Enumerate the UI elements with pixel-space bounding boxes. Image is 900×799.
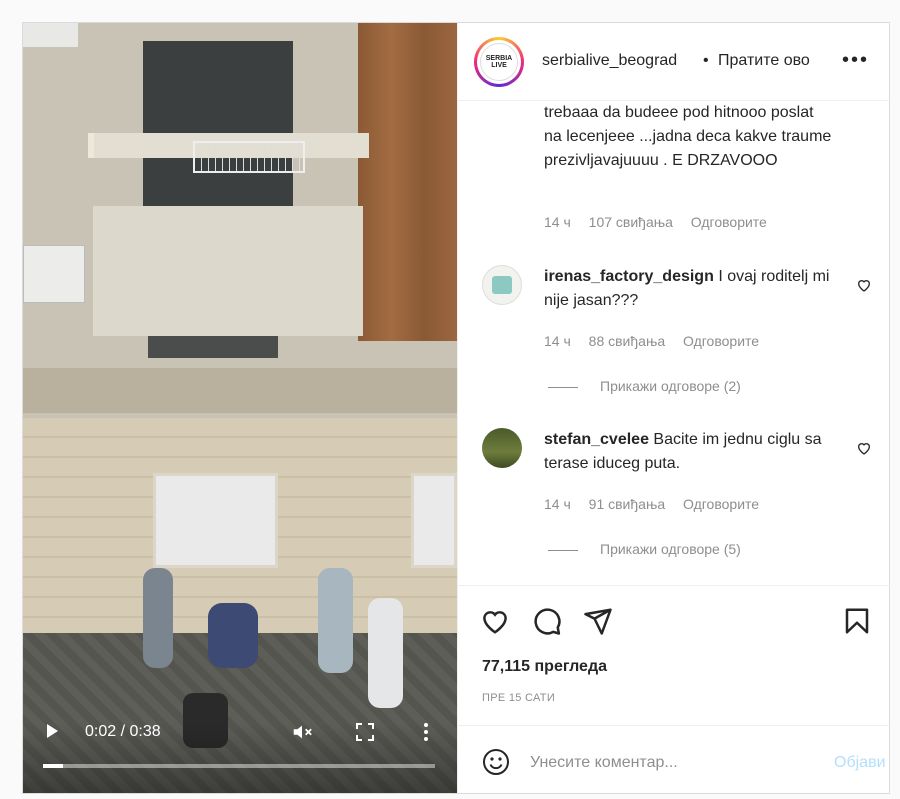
balcony-railing	[93, 206, 363, 336]
comments-list[interactable]: trebaaa da budeee pod hitnooo poslat na …	[458, 101, 890, 585]
save-icon[interactable]	[842, 606, 872, 636]
drying-rack	[193, 141, 305, 173]
comment: irenas_factory_design I ovaj roditelj mi…	[544, 265, 844, 313]
emoji-icon[interactable]	[482, 748, 510, 776]
video-more-icon[interactable]	[418, 722, 434, 742]
comment-meta: 14 ч 107 свиђања Одговорите	[544, 214, 781, 230]
view-replies-button[interactable]: Прикажи одговоре (2)	[548, 378, 741, 394]
view-count[interactable]: 77,115 прегледа	[482, 658, 607, 676]
ground-window	[153, 473, 278, 568]
comment: stefan_cvelee Bacite im jednu ciglu sa t…	[544, 428, 844, 476]
person	[368, 598, 403, 708]
reply-button[interactable]: Одговорите	[683, 496, 759, 512]
comment-like-icon[interactable]	[856, 277, 872, 293]
reply-button[interactable]: Одговорите	[683, 333, 759, 349]
separator-dot: •	[703, 52, 709, 69]
follow-button[interactable]: Пратите ово	[718, 52, 810, 70]
side-panel: SERBIA LIVE serbialive_beograd • Пратите…	[457, 23, 890, 793]
profile-username[interactable]: serbialive_beograd	[542, 52, 677, 70]
balcony-window	[143, 41, 293, 206]
replies-line	[548, 549, 578, 551]
comment-time: 14 ч	[544, 496, 571, 512]
lower-window	[148, 336, 278, 358]
comment-avatar[interactable]	[482, 428, 522, 468]
fullscreen-icon[interactable]	[355, 722, 375, 742]
comment-text: trebaaa da budeee pod hitnooo poslat na …	[544, 104, 832, 169]
comment-avatar[interactable]	[482, 265, 522, 305]
comment-meta: 14 ч 91 свиђања Одговорите	[544, 496, 773, 512]
video-progress-fill	[43, 764, 63, 768]
share-icon[interactable]	[583, 606, 613, 636]
replies-line	[548, 386, 578, 388]
comment-input[interactable]	[528, 746, 812, 780]
post-container: 0:02 / 0:38 SERBIA LIVE serbialive_beogr…	[22, 22, 890, 794]
view-replies-label: Прикажи одговоре (2)	[600, 378, 741, 394]
air-conditioner	[23, 245, 85, 303]
video-player[interactable]: 0:02 / 0:38	[23, 23, 457, 793]
view-replies-label: Прикажи одговоре (5)	[600, 541, 741, 557]
video-time: 0:02 / 0:38	[85, 723, 161, 740]
view-replies-button[interactable]: Прикажи одговоре (5)	[548, 541, 741, 557]
like-icon[interactable]	[480, 606, 510, 636]
comment-like-icon[interactable]	[856, 440, 872, 456]
comment-likes[interactable]: 91 свиђања	[589, 496, 665, 512]
more-options-icon[interactable]: •••	[842, 50, 869, 70]
wood-panel	[358, 23, 457, 341]
post-timestamp[interactable]: ПРЕ 15 САТИ	[482, 692, 555, 704]
comment-icon[interactable]	[532, 606, 562, 636]
post-comment-button[interactable]: Објави	[834, 754, 886, 772]
profile-avatar[interactable]: SERBIA LIVE	[474, 37, 524, 87]
comment-username[interactable]: stefan_cvelee	[544, 431, 649, 448]
floor-band	[23, 368, 457, 413]
person	[318, 568, 353, 673]
profile-logo: SERBIA LIVE	[480, 43, 518, 81]
comment-meta: 14 ч 88 свиђања Одговорите	[544, 333, 773, 349]
ground-window-right	[411, 473, 457, 568]
comment-likes[interactable]: 88 свиђања	[589, 333, 665, 349]
comment-time: 14 ч	[544, 333, 571, 349]
mute-icon[interactable]	[291, 721, 313, 743]
post-actions: 77,115 прегледа ПРЕ 15 САТИ	[458, 585, 890, 725]
play-icon[interactable]	[47, 724, 58, 738]
person	[208, 603, 258, 668]
air-conditioner-top	[23, 23, 78, 47]
comment-box: Објави	[458, 725, 890, 793]
comment-time: 14 ч	[544, 214, 571, 230]
video-progress-bar[interactable]	[43, 764, 435, 768]
comment-likes[interactable]: 107 свиђања	[589, 214, 673, 230]
post-header: SERBIA LIVE serbialive_beograd • Пратите…	[458, 23, 890, 101]
comment-username[interactable]: irenas_factory_design	[544, 268, 714, 285]
reply-button[interactable]: Одговорите	[691, 214, 767, 230]
person	[143, 568, 173, 668]
